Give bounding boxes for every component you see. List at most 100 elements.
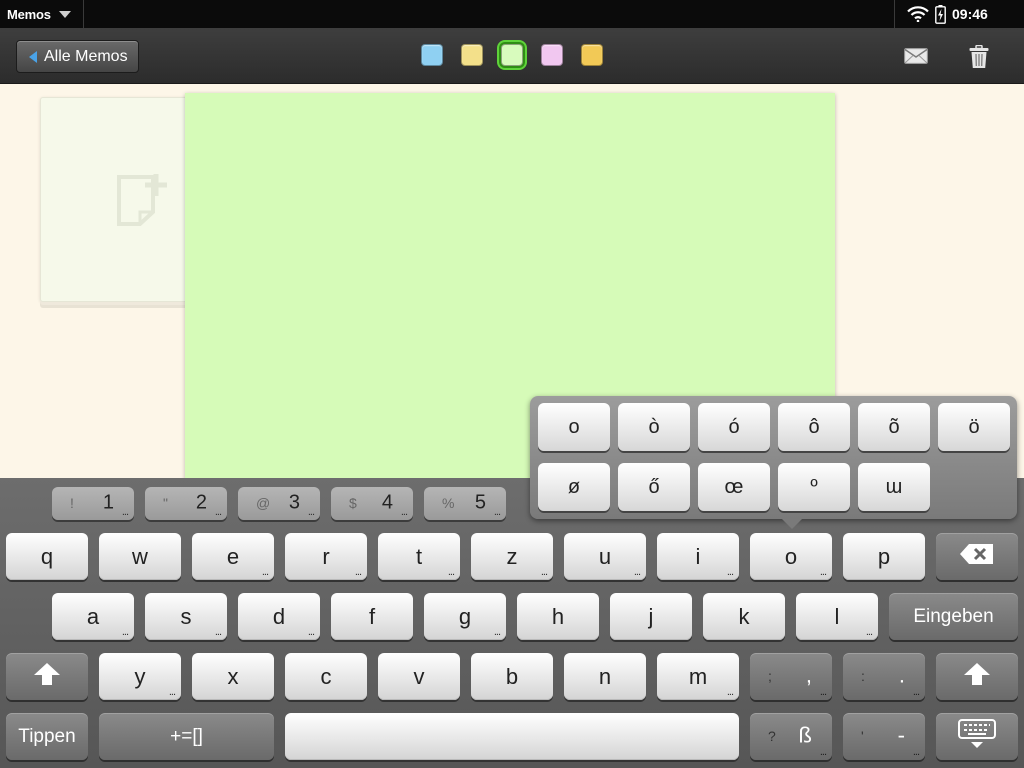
key-secondary: ' xyxy=(861,727,864,744)
key-d[interactable]: d... xyxy=(238,593,320,640)
backspace-key[interactable] xyxy=(936,533,1018,580)
key-s[interactable]: s... xyxy=(145,593,227,640)
accent-key[interactable]: º xyxy=(778,463,850,511)
color-swatch-blue[interactable] xyxy=(421,44,443,66)
clock: 09:46 xyxy=(952,6,988,22)
key-primary: 4 xyxy=(381,490,393,513)
accent-key[interactable]: ɯ xyxy=(858,463,930,511)
trash-icon[interactable] xyxy=(969,44,989,74)
key-secondary: : xyxy=(861,667,865,684)
shift-key-left[interactable] xyxy=(6,653,88,700)
accent-key[interactable]: œ xyxy=(698,463,770,511)
key-secondary: $ xyxy=(349,494,357,511)
key-5[interactable]: % 5... xyxy=(424,487,506,520)
key-a[interactable]: a... xyxy=(52,593,134,640)
key-h[interactable]: h xyxy=(517,593,599,640)
key-v[interactable]: v xyxy=(378,653,460,700)
accent-key[interactable]: ô xyxy=(778,403,850,451)
key-label: r xyxy=(322,543,330,569)
key-k[interactable]: k xyxy=(703,593,785,640)
key-u[interactable]: u... xyxy=(564,533,646,580)
color-swatch-yellow[interactable] xyxy=(461,44,483,66)
key-1[interactable]: ! 1... xyxy=(52,487,134,520)
accent-key[interactable]: ö xyxy=(938,403,1010,451)
key-p[interactable]: p xyxy=(843,533,925,580)
more-indicator: ... xyxy=(819,566,827,578)
accent-key[interactable]: ő xyxy=(618,463,690,511)
key-secondary: ; xyxy=(768,667,772,684)
enter-label: Eingeben xyxy=(913,605,994,627)
symbols-key[interactable]: +=[] xyxy=(99,713,274,760)
key-2[interactable]: " 2... xyxy=(145,487,227,520)
status-bar: Memos 09:46 xyxy=(0,0,1024,28)
key-g[interactable]: g... xyxy=(424,593,506,640)
key-n[interactable]: n xyxy=(564,653,646,700)
key-t[interactable]: t... xyxy=(378,533,460,580)
accent-key[interactable]: õ xyxy=(858,403,930,451)
key-w[interactable]: w xyxy=(99,533,181,580)
virtual-keyboard: ! 1... " 2... @3... $4...% 5... q w e... r... t... z… xyxy=(0,478,1024,768)
key-r[interactable]: r... xyxy=(285,533,367,580)
backspace-icon xyxy=(959,543,995,571)
color-swatch-orange[interactable] xyxy=(581,44,603,66)
back-button-label: Alle Memos xyxy=(44,47,128,65)
wifi-icon xyxy=(907,6,929,22)
accent-key[interactable]: ò xyxy=(618,403,690,451)
more-indicator: ... xyxy=(912,686,920,698)
sharp-s-key[interactable]: ? ß... xyxy=(750,713,832,760)
key-o[interactable]: o... xyxy=(750,533,832,580)
key-i[interactable]: i... xyxy=(657,533,739,580)
key-j[interactable]: j xyxy=(610,593,692,640)
enter-key[interactable]: Eingeben xyxy=(889,593,1018,640)
more-indicator: ... xyxy=(819,746,827,758)
back-button[interactable]: Alle Memos xyxy=(16,40,139,73)
key-l[interactable]: l... xyxy=(796,593,878,640)
hide-keyboard-key[interactable] xyxy=(936,713,1018,760)
chevron-down-icon xyxy=(58,10,71,18)
app-menu[interactable]: Memos xyxy=(0,0,84,28)
tippen-key[interactable]: Tippen xyxy=(6,713,88,760)
more-indicator: ... xyxy=(447,566,455,578)
key-m[interactable]: m... xyxy=(657,653,739,700)
key-label: w xyxy=(132,543,148,569)
space-key[interactable] xyxy=(285,713,739,760)
accent-key[interactable]: ó xyxy=(698,403,770,451)
key-primary: - xyxy=(897,722,905,748)
key-e[interactable]: e... xyxy=(192,533,274,580)
symbols-label: +=[] xyxy=(170,725,203,747)
key-4[interactable]: $4... xyxy=(331,487,413,520)
key-c[interactable]: c xyxy=(285,653,367,700)
keyboard-hide-icon xyxy=(958,718,996,755)
more-indicator: ... xyxy=(493,506,501,518)
comma-key[interactable]: ;,... xyxy=(750,653,832,700)
key-primary: 5 xyxy=(474,490,486,513)
color-swatch-pink[interactable] xyxy=(541,44,563,66)
more-indicator: ... xyxy=(540,566,548,578)
mail-icon[interactable] xyxy=(904,48,928,69)
key-label: f xyxy=(368,603,376,629)
hyphen-key[interactable]: ' -... xyxy=(843,713,925,760)
key-z[interactable]: z... xyxy=(471,533,553,580)
key-label: i xyxy=(695,543,701,569)
key-x[interactable]: x xyxy=(192,653,274,700)
key-f[interactable]: f xyxy=(331,593,413,640)
accent-key[interactable]: ø xyxy=(538,463,610,511)
key-y[interactable]: y... xyxy=(99,653,181,700)
new-memo-icon[interactable] xyxy=(116,172,168,231)
key-label: o xyxy=(784,543,798,569)
period-key[interactable]: :.... xyxy=(843,653,925,700)
color-swatch-green[interactable] xyxy=(501,44,523,66)
key-q[interactable]: q xyxy=(6,533,88,580)
shift-arrow-icon xyxy=(33,662,61,692)
accent-key[interactable]: o xyxy=(538,403,610,451)
status-indicators[interactable]: 09:46 xyxy=(894,0,1024,28)
key-b[interactable]: b xyxy=(471,653,553,700)
key-secondary: " xyxy=(163,494,168,511)
shift-key-right[interactable] xyxy=(936,653,1018,700)
more-indicator: ... xyxy=(307,506,315,518)
key-label: g xyxy=(458,603,472,629)
popup-pointer xyxy=(781,518,803,529)
more-indicator: ... xyxy=(121,506,129,518)
key-label: x xyxy=(227,663,239,689)
key-3[interactable]: @3... xyxy=(238,487,320,520)
